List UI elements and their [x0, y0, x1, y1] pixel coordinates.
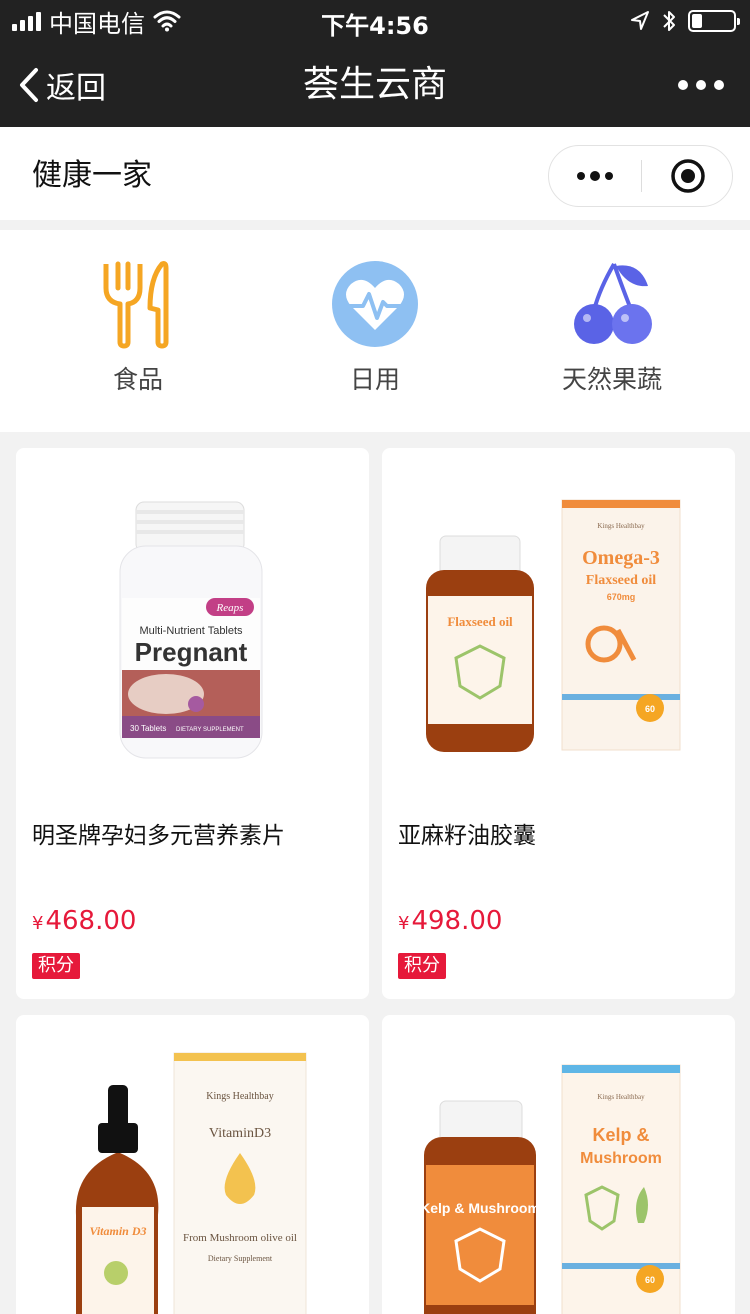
more-options-button[interactable] [678, 42, 724, 127]
product-image-text: Omega-3 [582, 547, 660, 569]
product-image-text: Pregnant [135, 637, 248, 667]
battery-icon [688, 10, 740, 32]
capsule-close-button[interactable] [642, 146, 734, 206]
product-image: Kings Healthbay Omega-3 Flaxseed oil 670… [426, 499, 681, 752]
chevron-left-icon [20, 67, 38, 102]
product-image-text: Kelp & Mushroom [420, 1200, 540, 1216]
product-image-text: 60 [645, 1275, 655, 1285]
mini-program-header: 健康一家 [0, 127, 750, 220]
dot-icon [605, 172, 613, 180]
product-image-text: Dietary Supplement [208, 1254, 273, 1263]
points-badge: 积分 [398, 953, 446, 979]
target-close-icon [671, 159, 705, 193]
dot-icon [696, 79, 706, 90]
currency-symbol: ¥ [32, 913, 44, 934]
product-image-text: Multi-Nutrient Tablets [139, 625, 243, 637]
product-image-text: 60 [645, 704, 655, 714]
product-card[interactable]: Kings Healthbay Kelp & Mushroom 60 Kelp … [382, 1015, 735, 1314]
product-price: ¥468.00 [32, 906, 136, 936]
category-nav: 食品 日用 天然果蔬 [0, 230, 750, 432]
product-image-text: 30 Tablets [130, 724, 166, 733]
dot-icon [590, 171, 600, 181]
product-image: Kings Healthbay Kelp & Mushroom 60 Kelp … [420, 1064, 681, 1314]
status-bar: 中国电信 下午4:56 [0, 0, 750, 42]
dot-icon [714, 79, 724, 90]
product-image: Kings Healthbay VitaminD3 From Mushroom … [75, 1052, 307, 1314]
product-image-text: Reaps [216, 602, 244, 614]
category-label: 日用 [349, 365, 400, 394]
back-label: 返回 [46, 70, 106, 106]
nav-bar: 返回 荟生云商 [0, 42, 750, 127]
product-image-text: 670mg [607, 592, 636, 602]
currency-symbol: ¥ [398, 913, 410, 934]
fork-knife-icon [103, 261, 169, 349]
dot-icon [678, 79, 688, 90]
price-value: 498.00 [411, 906, 503, 936]
capsule-menu [548, 145, 733, 207]
product-image-text: Kelp & [592, 1125, 649, 1145]
heartbeat-icon [332, 261, 418, 347]
product-image-text: From Mushroom olive oil [183, 1232, 297, 1244]
category-food[interactable]: 食品 [38, 230, 238, 432]
dot-icon [577, 172, 585, 180]
product-image-text: Flaxseed oil [447, 614, 513, 629]
product-price: ¥498.00 [398, 906, 502, 936]
product-image-text: Kings Healthbay [597, 1093, 645, 1101]
bluetooth-icon [663, 11, 675, 31]
price-value: 468.00 [45, 906, 137, 936]
product-image-text: Vitamin D3 [89, 1224, 146, 1238]
product-image: Reaps Multi-Nutrient Tablets Pregnant 30… [119, 501, 263, 759]
back-button[interactable]: 返回 [18, 42, 106, 127]
product-image-text: DIETARY SUPPLEMENT [176, 727, 244, 733]
product-image-text: VitaminD3 [209, 1126, 271, 1141]
category-fruits-vegetables[interactable]: 天然果蔬 [512, 230, 712, 432]
product-name: 亚麻籽油胶囊 [398, 823, 536, 849]
points-badge: 积分 [32, 953, 80, 979]
product-image-text: Kings Healthbay [597, 522, 645, 530]
location-icon [631, 11, 649, 30]
mini-program-title: 健康一家 [32, 158, 152, 193]
capsule-more-button[interactable] [549, 146, 641, 206]
product-card[interactable]: Reaps Multi-Nutrient Tablets Pregnant 30… [16, 448, 369, 999]
product-name: 明圣牌孕妇多元营养素片 [32, 823, 285, 849]
product-card[interactable]: Kings Healthbay VitaminD3 From Mushroom … [16, 1015, 369, 1314]
product-image-text: Kings Healthbay [206, 1091, 274, 1102]
category-daily[interactable]: 日用 [275, 230, 475, 432]
product-card[interactable]: Kings Healthbay Omega-3 Flaxseed oil 670… [382, 448, 735, 999]
product-image-text: Flaxseed oil [586, 573, 656, 588]
category-label: 天然果蔬 [561, 365, 662, 394]
page-title: 荟生云商 [302, 64, 447, 105]
cherry-icon [574, 262, 652, 344]
product-image-text: Mushroom [580, 1150, 662, 1167]
category-label: 食品 [112, 365, 163, 394]
